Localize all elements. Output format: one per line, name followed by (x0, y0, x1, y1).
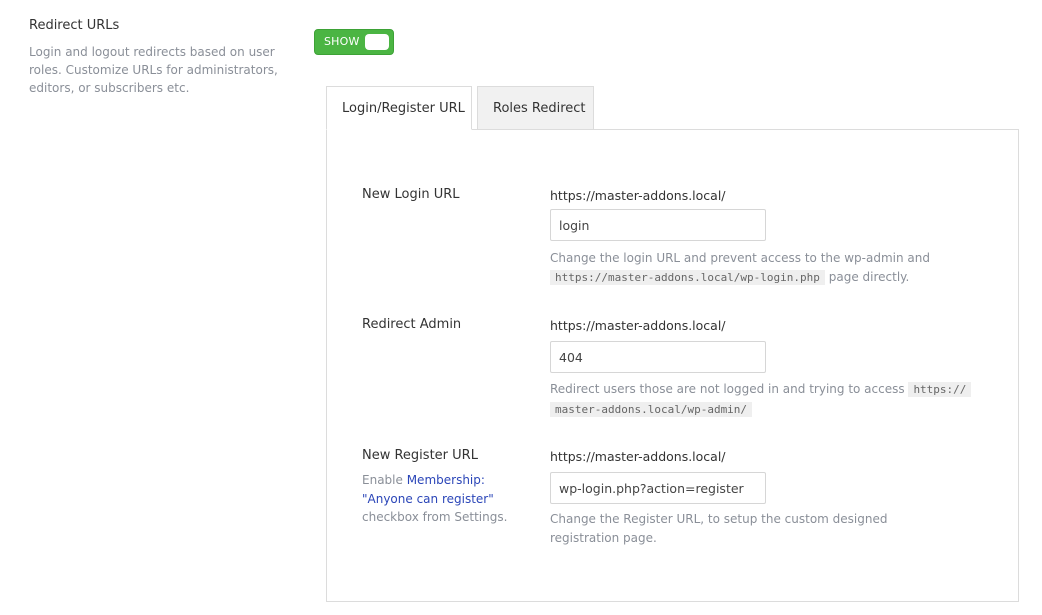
login-url-help-suffix: page directly. (828, 269, 910, 284)
login-url-label: New Login URL (362, 187, 460, 202)
register-note-prefix: Enable (362, 473, 403, 487)
register-url-label: New Register URL (362, 448, 478, 463)
redirect-admin-input[interactable] (550, 341, 766, 373)
redirect-admin-help-text: Redirect users those are not logged in a… (550, 382, 905, 396)
toggle-knob (365, 34, 389, 50)
show-toggle[interactable]: SHOW (314, 29, 394, 55)
redirect-admin-help-code-2: master-addons.local/wp-admin/ (550, 401, 753, 417)
register-note-suffix: checkbox from Settings. (362, 510, 508, 524)
login-url-input[interactable] (550, 209, 766, 241)
login-url-help-text: Change the login URL and prevent access … (550, 251, 930, 265)
register-url-input[interactable] (550, 472, 766, 504)
login-url-help-code: https://master-addons.local/wp-login.php (550, 269, 825, 285)
login-url-prefix: https://master-addons.local/ (550, 188, 726, 203)
tab-roles-redirect[interactable]: Roles Redirect (477, 86, 594, 130)
register-url-help: Change the Register URL, to setup the cu… (550, 512, 888, 545)
section-title: Redirect URLs (29, 18, 120, 33)
register-url-note: Enable Membership: "Anyone can register"… (362, 471, 512, 527)
redirect-admin-prefix: https://master-addons.local/ (550, 318, 726, 333)
redirect-admin-help: Redirect users those are not logged in a… (550, 380, 980, 419)
redirect-admin-help-code-1: https:// (908, 382, 972, 397)
login-url-help: Change the login URL and prevent access … (550, 249, 980, 287)
toggle-label: SHOW (324, 35, 360, 48)
redirect-admin-label: Redirect Admin (362, 317, 462, 332)
section-description: Login and logout redirects based on user… (29, 45, 278, 95)
register-url-prefix: https://master-addons.local/ (550, 449, 726, 464)
tab-login-register-url[interactable]: Login/Register URL (326, 86, 472, 130)
